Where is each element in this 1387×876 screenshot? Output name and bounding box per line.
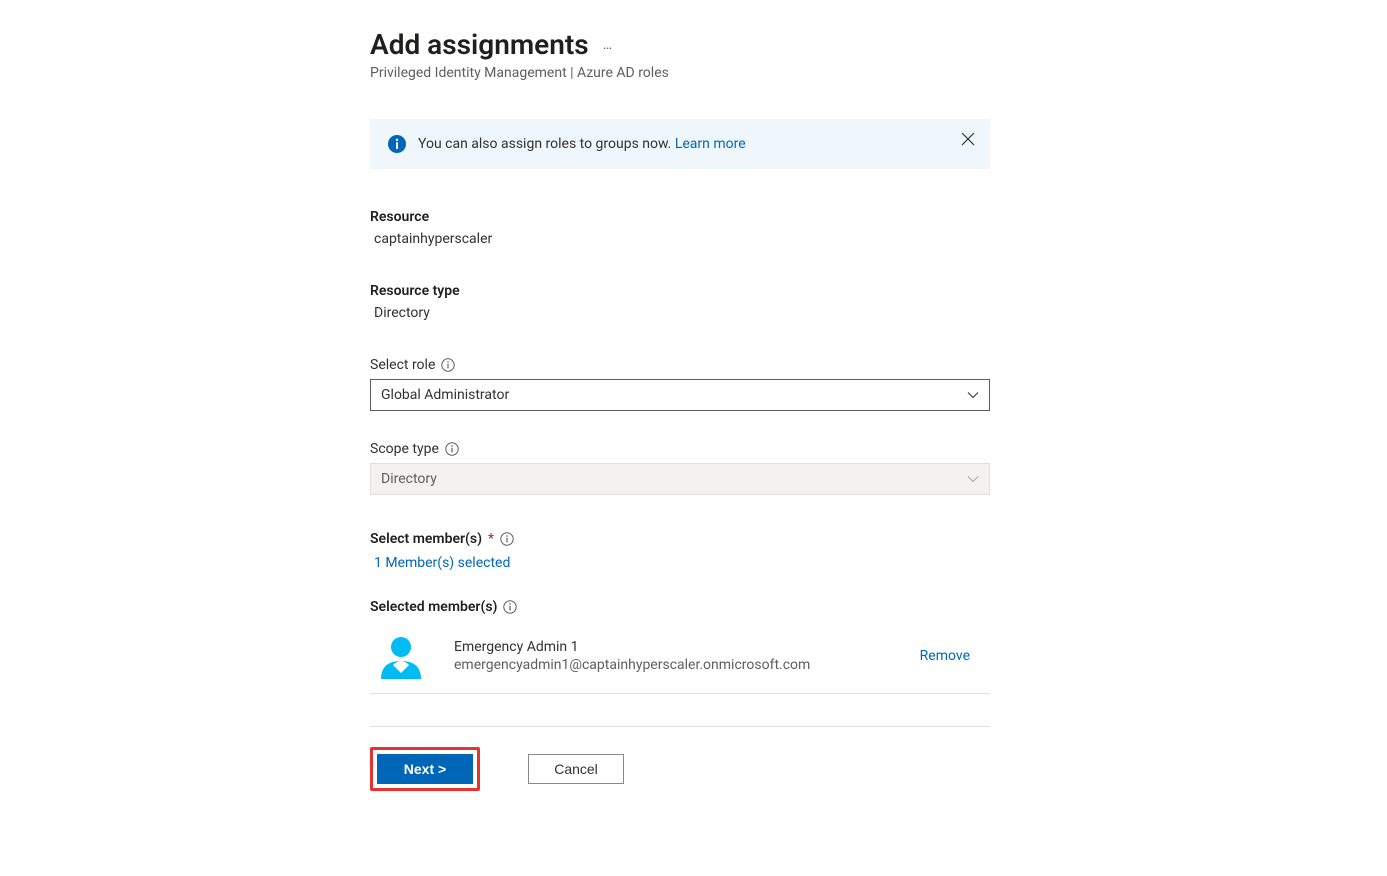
selected-members-label: Selected member(s) — [370, 599, 497, 615]
member-email: emergencyadmin1@captainhyperscaler.onmic… — [454, 657, 920, 673]
select-role-value: Global Administrator — [381, 387, 509, 403]
cancel-button[interactable]: Cancel — [528, 754, 624, 784]
scope-type-dropdown: Directory — [370, 463, 990, 495]
scope-type-label: Scope type — [370, 441, 439, 457]
avatar-icon — [376, 631, 426, 681]
member-name: Emergency Admin 1 — [454, 639, 920, 655]
learn-more-link[interactable]: Learn more — [675, 136, 746, 152]
next-button-highlight: Next > — [370, 747, 480, 791]
help-icon[interactable] — [500, 532, 514, 546]
help-icon[interactable] — [441, 358, 455, 372]
help-icon[interactable] — [445, 442, 459, 456]
remove-member-link[interactable]: Remove — [920, 648, 970, 664]
chevron-down-icon — [967, 473, 979, 485]
resource-label: Resource — [370, 209, 990, 225]
resource-type-value: Directory — [370, 305, 990, 321]
help-icon[interactable] — [503, 600, 517, 614]
members-selected-link[interactable]: 1 Member(s) selected — [370, 555, 990, 571]
chevron-down-icon — [967, 389, 979, 401]
select-role-label: Select role — [370, 357, 435, 373]
close-icon[interactable] — [960, 131, 976, 147]
resource-value: captainhyperscaler — [370, 231, 990, 247]
selected-member-row: Emergency Admin 1 emergencyadmin1@captai… — [370, 625, 990, 694]
next-button[interactable]: Next > — [377, 754, 473, 784]
resource-type-label: Resource type — [370, 283, 990, 299]
select-role-dropdown[interactable]: Global Administrator — [370, 379, 990, 411]
info-banner-text: You can also assign roles to groups now.… — [418, 136, 746, 152]
info-icon — [388, 135, 406, 153]
required-mark: * — [488, 531, 494, 547]
select-members-label: Select member(s) — [370, 531, 482, 547]
page-title: Add assignments — [370, 28, 589, 61]
info-banner: You can also assign roles to groups now.… — [370, 119, 990, 169]
more-actions-icon[interactable]: … — [603, 37, 613, 53]
scope-type-value: Directory — [381, 471, 437, 487]
page-subtitle: Privileged Identity Management | Azure A… — [370, 65, 1000, 81]
